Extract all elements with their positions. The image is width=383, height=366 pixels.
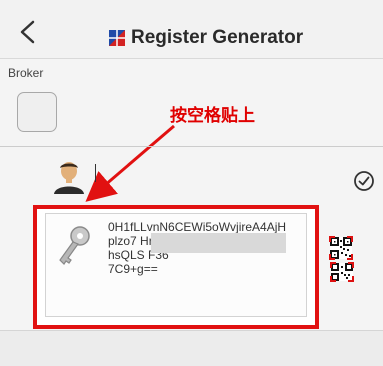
license-key-line: 7C9+g==	[108, 262, 158, 276]
app-header: Register Generator	[0, 0, 383, 59]
license-key-inner-box: 0H1fLLvnN6CEWi5oWvjireA4AjH plzo7 Hrt hs…	[45, 213, 307, 317]
license-key-field[interactable]: 0H1fLLvnN6CEWi5oWvjireA4AjH plzo7 Hrt hs…	[33, 205, 319, 329]
qr-code-icon-secondary	[330, 262, 354, 282]
username-input[interactable]	[94, 162, 318, 188]
broker-label: Broker	[8, 66, 44, 80]
license-key-line: 0H1fLLvnN6CEWi5oWvjireA4AjH	[108, 220, 287, 234]
broker-checkbox[interactable]	[17, 92, 57, 132]
check-circle-icon[interactable]	[353, 170, 375, 192]
flag-logo-icon	[109, 30, 125, 46]
key-icon	[59, 226, 90, 265]
page-title: Register Generator	[131, 27, 304, 48]
text-caret	[95, 164, 96, 182]
redaction-box	[151, 233, 286, 253]
chevron-left-icon[interactable]	[18, 20, 38, 44]
qr-code-icon[interactable]	[329, 236, 353, 260]
section-divider	[0, 146, 383, 147]
header-title-group: Register Generator	[109, 26, 303, 50]
user-avatar-icon	[54, 162, 84, 194]
bottom-bar	[0, 330, 383, 366]
